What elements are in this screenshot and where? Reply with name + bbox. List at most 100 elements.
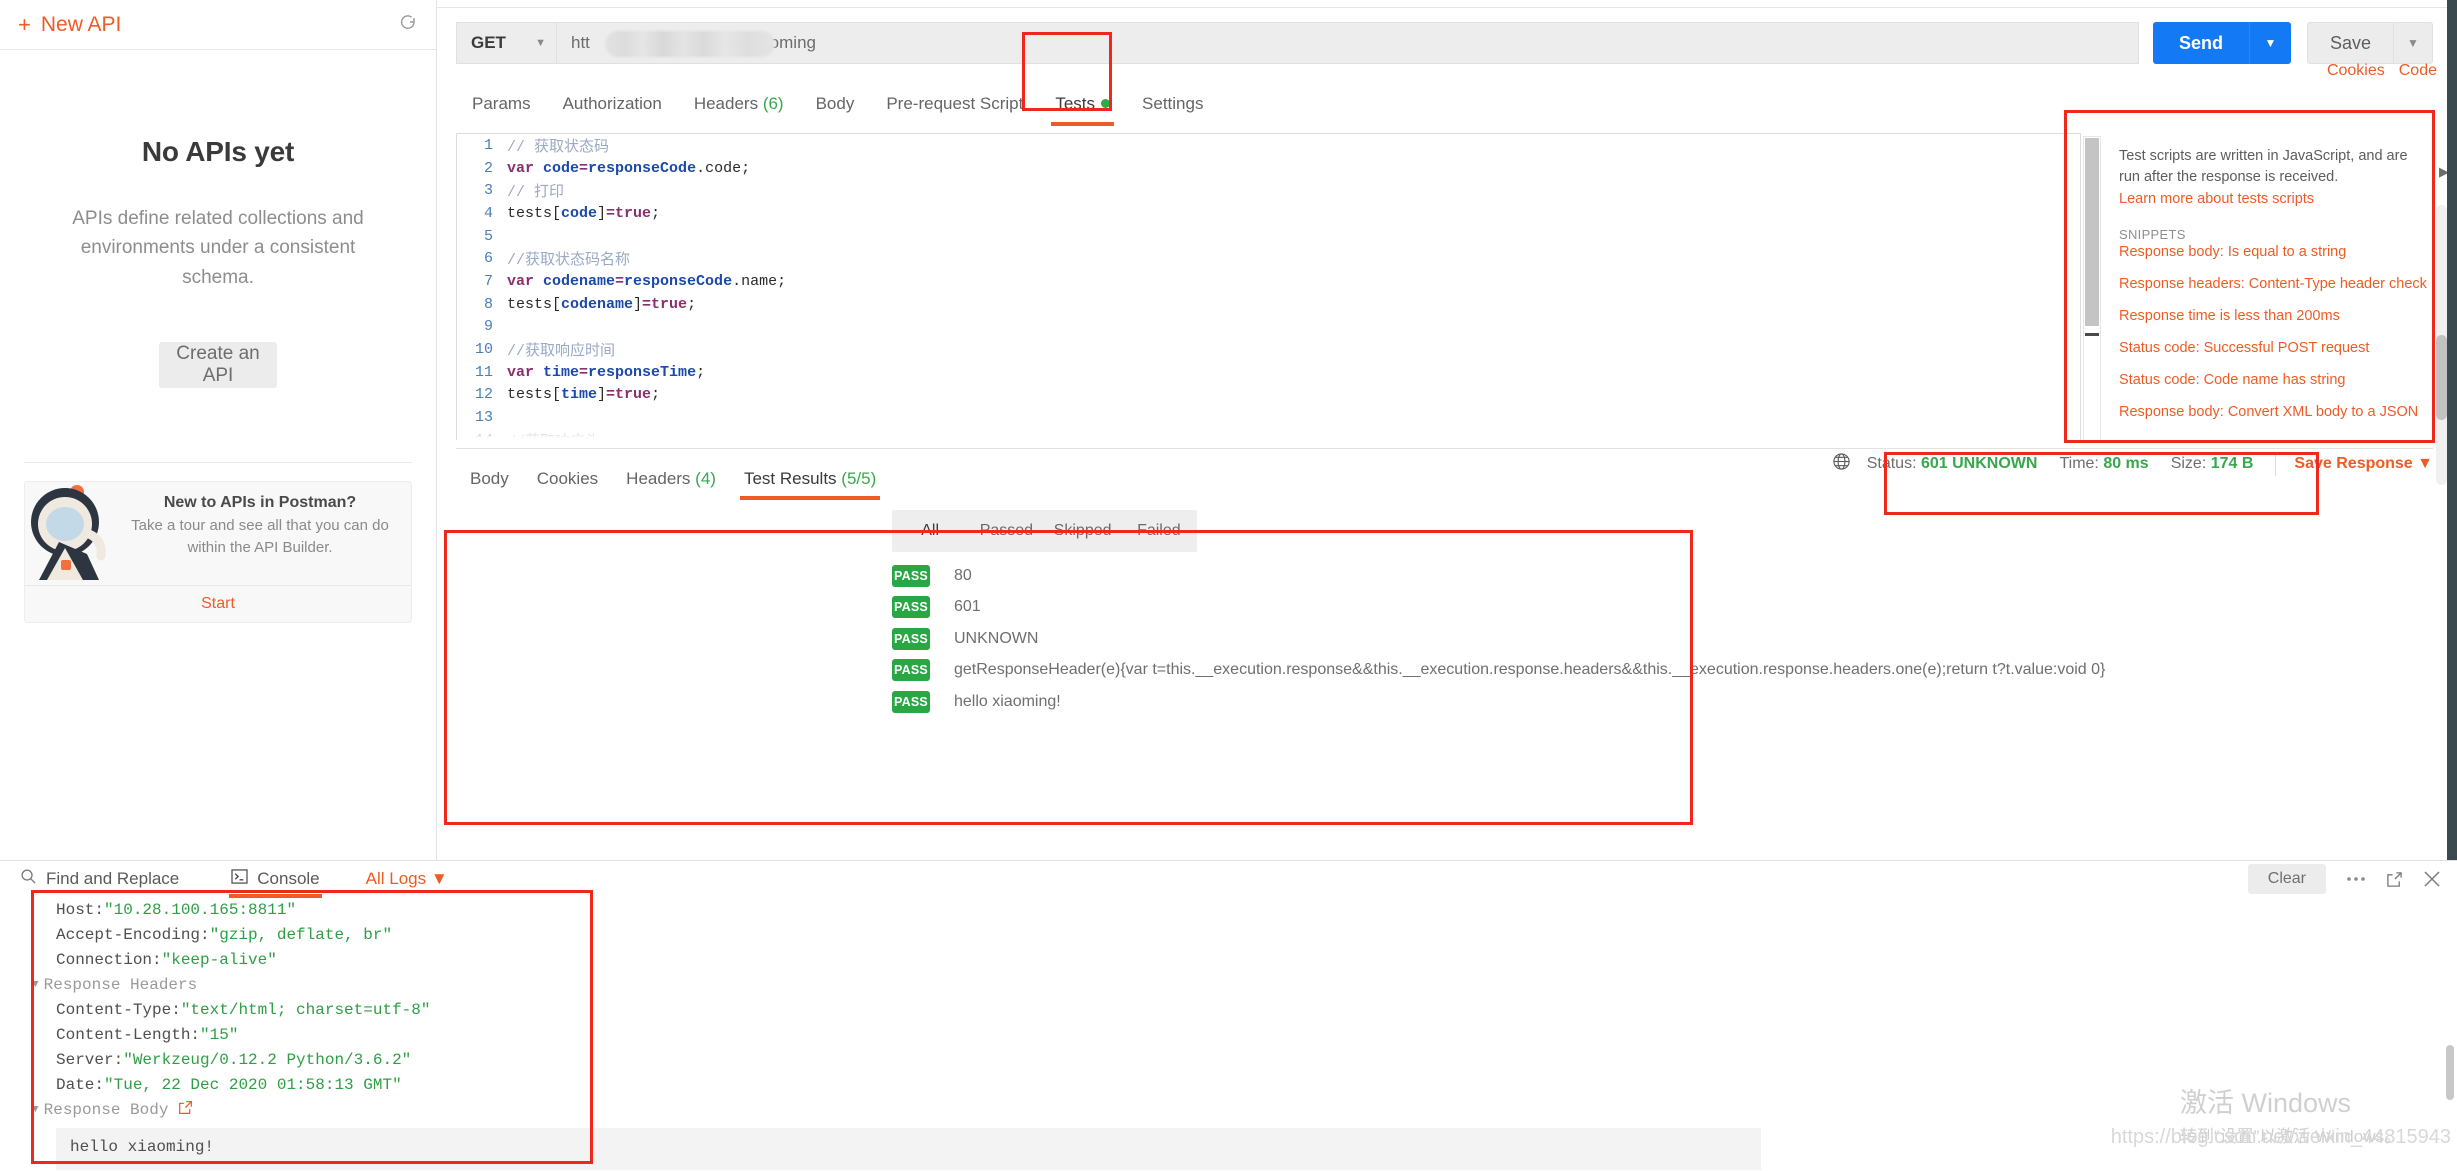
- response-tab-headers[interactable]: Headers (4): [612, 456, 730, 500]
- new-api-button[interactable]: + New API: [18, 13, 121, 37]
- send-group: Send ▼: [2152, 22, 2291, 64]
- tab-settings[interactable]: Settings: [1126, 80, 1219, 126]
- test-results-list: PASS 80 PASS 601 PASS UNKNOWN PASS getResponseH…: [892, 560, 2157, 718]
- code-link[interactable]: Code: [2399, 62, 2437, 80]
- tab-headers[interactable]: Headers (6): [678, 80, 800, 126]
- all-logs-dropdown[interactable]: All Logs ▼: [366, 869, 448, 889]
- find-and-replace-button[interactable]: Find and Replace: [10, 868, 189, 890]
- clear-button[interactable]: Clear: [2247, 864, 2326, 894]
- console-scrollbar-thumb[interactable]: [2446, 1045, 2454, 1100]
- empty-state-title: No APIs yet: [141, 136, 295, 167]
- chevron-down-icon[interactable]: ▼: [32, 1104, 39, 1116]
- test-result-row: PASS hello xiaoming!: [892, 686, 2157, 718]
- filter-skipped[interactable]: Skipped: [1045, 522, 1121, 540]
- save-response-button[interactable]: Save Response ▼: [2294, 455, 2433, 473]
- snippets-body: Test scripts are written in JavaScript, …: [2101, 136, 2441, 441]
- tab-count: (4): [695, 469, 716, 488]
- response-tab-cookies[interactable]: Cookies: [523, 456, 612, 500]
- filter-passed[interactable]: Passed: [968, 522, 1044, 540]
- method-select[interactable]: GET ▼: [456, 22, 556, 64]
- status-label: Status:: [1866, 455, 1917, 472]
- snippets-scrollbar[interactable]: [2083, 136, 2101, 441]
- new-api-label: New API: [40, 12, 122, 36]
- tab-label: Headers: [693, 94, 759, 113]
- tests-code-editor[interactable]: 1 // 获取状态码 2 var code=responseCode.code; 3 //…: [456, 133, 2081, 440]
- test-result-filters: All Passed Skipped Failed: [892, 510, 1197, 552]
- test-result-row: PASS 601: [892, 592, 2157, 624]
- console-toolbar: Find and Replace Console All Logs ▼ Clea…: [0, 861, 2457, 898]
- snippets-vertical-scrollbar-thumb[interactable]: [2436, 335, 2447, 420]
- save-dropdown-button[interactable]: ▼: [2393, 22, 2433, 64]
- create-api-button[interactable]: Create an API: [159, 342, 277, 389]
- chevron-down-icon: ▼: [430, 869, 448, 888]
- close-icon[interactable]: [2423, 870, 2441, 888]
- code-text: //获取状态码名称: [507, 252, 631, 270]
- snippet-item[interactable]: Response body: Convert XML body to a JSO…: [2119, 404, 2427, 420]
- test-result-row: PASS getResponseHeader(e){var t=this.__ex…: [892, 655, 2157, 687]
- find-and-replace-label: Find and Replace: [46, 869, 180, 888]
- external-link-icon[interactable]: [178, 1100, 193, 1120]
- save-button[interactable]: Save: [2306, 22, 2393, 64]
- snippet-item[interactable]: Status code: Code name has string: [2119, 372, 2427, 388]
- console-label: Console: [257, 869, 320, 888]
- scrollbar-thumb[interactable]: [2085, 138, 2099, 326]
- response-tab-test-results[interactable]: Test Results (5/5): [730, 456, 890, 500]
- tab-body[interactable]: Body: [800, 80, 871, 126]
- globe-icon: [1832, 452, 1851, 476]
- snippet-item[interactable]: Response body: Is equal to a string: [2119, 244, 2427, 260]
- sidebar: + New API No APIs yet APIs define relate…: [0, 0, 437, 860]
- tab-params[interactable]: Params: [456, 80, 547, 126]
- log-value: "15": [200, 1025, 239, 1044]
- snippet-item[interactable]: Status code: Successful POST request: [2119, 340, 2427, 356]
- tab-pre-request-script[interactable]: Pre-request Script: [870, 80, 1039, 126]
- tab-authorization[interactable]: Authorization: [547, 80, 678, 126]
- line-number: 11: [474, 363, 493, 381]
- promo-start-button[interactable]: Start: [25, 585, 411, 622]
- log-key: Content-Length:: [56, 1025, 201, 1044]
- code-text: var code=responseCode.code;: [507, 159, 751, 177]
- console-tab[interactable]: Console: [221, 869, 329, 898]
- log-value: "keep-alive": [161, 950, 277, 969]
- tab-label: Test Results: [743, 469, 837, 488]
- line-number: 5: [483, 227, 493, 245]
- ellipsis-icon[interactable]: [2346, 876, 2366, 882]
- tab-count: (6): [762, 94, 784, 113]
- chevron-down-icon[interactable]: ▼: [32, 979, 39, 991]
- snippet-item[interactable]: Response headers: Content-Type header ch…: [2119, 276, 2427, 292]
- send-dropdown-button[interactable]: ▼: [2248, 22, 2291, 64]
- tab-label: Params: [472, 94, 531, 113]
- code-text: var time=responseTime;: [507, 363, 706, 381]
- log-group-header[interactable]: ▼ Response Headers: [0, 972, 2457, 997]
- status-group: Status: 601 UNKNOWN: [1867, 455, 2038, 473]
- response-divider: [456, 448, 2433, 449]
- snippet-item[interactable]: Response time is less than 200ms: [2119, 308, 2427, 324]
- code-line: 10 //获取响应时间: [457, 338, 2080, 361]
- line-number: 10: [474, 341, 493, 359]
- learn-more-link[interactable]: Learn more about tests scripts: [2119, 191, 2427, 207]
- tab-tests[interactable]: Tests: [1039, 80, 1126, 126]
- status-badge: PASS: [892, 659, 930, 682]
- filter-failed[interactable]: Failed: [1121, 522, 1197, 540]
- time-label: Time:: [2059, 455, 2099, 472]
- size-group: Size: 174 B: [2171, 455, 2254, 473]
- code-line: 5: [457, 225, 2080, 248]
- log-group-header[interactable]: ▼ Response Body: [0, 1097, 2457, 1122]
- log-line: Accept-Encoding: "gzip, deflate, br": [0, 922, 2457, 947]
- promo-body: Take a tour and see all that you can do …: [131, 517, 389, 557]
- promo-card-top: New to APIs in Postman? Take a tour and …: [25, 482, 411, 586]
- filter-all[interactable]: All: [892, 522, 968, 540]
- send-button[interactable]: Send: [2152, 22, 2249, 64]
- url-input[interactable]: htt ioming: [556, 22, 2139, 64]
- response-tab-body[interactable]: Body: [456, 456, 523, 500]
- refresh-icon[interactable]: [398, 12, 418, 37]
- log-line: Host: "10.28.100.165:8811": [0, 897, 2457, 922]
- console-log: Host: "10.28.100.165:8811" Accept-Encodin…: [0, 897, 2457, 1171]
- line-number: 6: [483, 250, 493, 268]
- cookies-link[interactable]: Cookies: [2327, 62, 2385, 80]
- code-line: 2 var code=responseCode.code;: [457, 157, 2080, 180]
- line-number: 2: [483, 159, 493, 177]
- external-link-icon[interactable]: [2386, 871, 2403, 888]
- sidebar-divider: [24, 462, 412, 464]
- tab-count: (5/5): [841, 469, 877, 488]
- log-value: "Tue, 22 Dec 2020 01:58:13 GMT": [104, 1075, 402, 1094]
